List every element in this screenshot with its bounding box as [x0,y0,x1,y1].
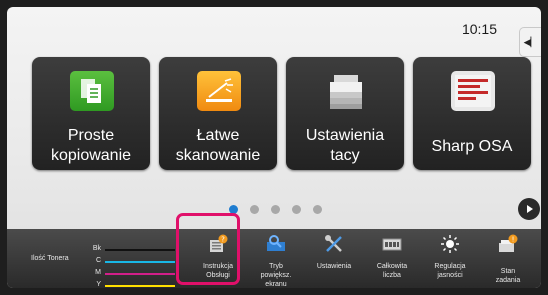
toner-bar-m [105,273,175,275]
brightness-icon [441,235,459,253]
tile-label: Proste kopiowanie [50,127,132,164]
tile-easy-scan[interactable]: Łatwe skanowanie [159,57,277,170]
tile-label: Ustawienia tacy [305,127,385,164]
task-bar: Ilość Tonera Bk C M Y ? Instrukcja Obsłu… [7,229,541,288]
side-panel-tab[interactable]: ◀▏ [519,27,541,57]
page-indicator [229,205,322,214]
svg-text:!: ! [512,236,515,244]
taskbar-item-label: Całkowita liczba [376,263,408,279]
tile-label: Sharp OSA [431,138,513,155]
taskbar-settings[interactable]: Ustawienia [305,229,363,288]
zoom-mode-icon [267,235,285,251]
clock: 10:15 [461,21,497,37]
toner-bar-bk [105,249,175,251]
touch-screen: 10:15 ◀▏ Proste kopiowanie Łatwe skanowa… [7,7,541,288]
next-page-button[interactable] [518,198,540,220]
scan-icon [197,71,241,111]
toner-bar-y [105,285,175,287]
device-bezel: 10:15 ◀▏ Proste kopiowanie Łatwe skanowa… [0,0,548,295]
page-dot[interactable] [292,205,301,214]
tools-icon [325,235,342,252]
taskbar-brightness[interactable]: Regulacja jasności [421,229,479,288]
printer-tray-icon [330,75,362,109]
copy-icon [70,71,114,111]
taskbar-total-count[interactable]: Całkowita liczba [363,229,421,288]
osa-icon [451,71,495,111]
highlight-frame [176,213,240,285]
toner-level-label: Ilość Tonera [31,255,69,262]
page-dot[interactable] [313,205,322,214]
counter-icon [382,238,402,251]
taskbar-item-label: Ustawienia [316,263,352,270]
page-dot[interactable] [271,205,280,214]
taskbar-job-status[interactable]: ! Stan zadania [479,229,537,288]
tile-easy-copy[interactable]: Proste kopiowanie [32,57,150,170]
taskbar-item-label: Regulacja jasności [434,263,466,279]
taskbar-item-label: Stan zadania [495,268,521,284]
job-status-icon: ! [499,234,518,252]
arrow-left-icon: ◀▏ [523,36,538,47]
tile-sharp-osa[interactable]: Sharp OSA [413,57,531,170]
tile-label: Łatwe skanowanie [175,127,261,164]
tile-tray-settings[interactable]: Ustawienia tacy [286,57,404,170]
taskbar-screen-zoom-mode[interactable]: Tryb powiększ. ekranu [247,229,305,288]
taskbar-item-label: Tryb powiększ. ekranu [260,263,292,288]
page-dot[interactable] [250,205,259,214]
toner-bar-c [105,261,175,263]
play-arrow-icon [527,205,533,213]
